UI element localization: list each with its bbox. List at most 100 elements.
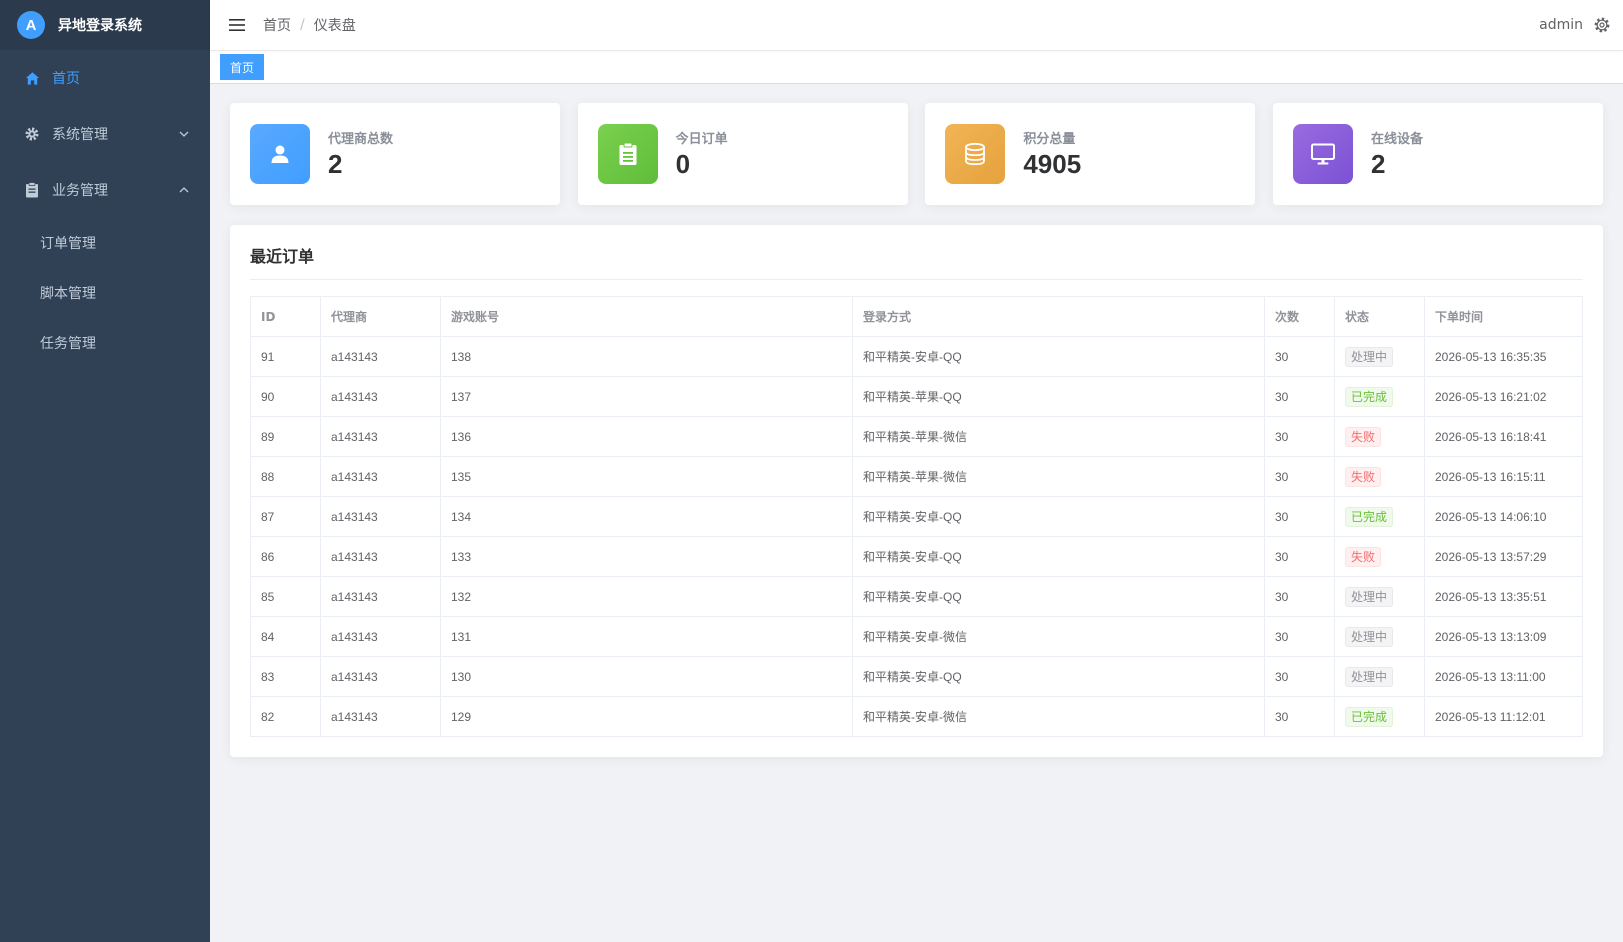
sidebar-item-label: 业务管理 [52, 183, 108, 199]
username[interactable]: admin [1539, 17, 1583, 33]
cell-status: 失败 [1334, 536, 1425, 577]
chevron-down-icon [178, 128, 190, 140]
cell-agent: a143143 [320, 576, 441, 617]
tags-bar: 首页 [210, 50, 1623, 84]
cell-id: 88 [250, 456, 321, 497]
cell-time: 2026-05-13 16:15:11 [1424, 456, 1583, 497]
stat-value: 4905 [1023, 149, 1082, 179]
cell-status: 已完成 [1334, 496, 1425, 537]
table-row[interactable]: 82 a143143 129 和平精英-安卓-微信 30 已完成 2026-05-13 11… [250, 696, 1583, 737]
monitor-icon [1292, 124, 1353, 184]
stat-label: 代理商总数 [328, 132, 394, 147]
cell-agent: a143143 [320, 616, 441, 657]
tag-home[interactable]: 首页 [220, 54, 265, 80]
hamburger-icon[interactable] [227, 15, 247, 35]
cell-id: 90 [250, 376, 321, 417]
clipboard-icon [24, 182, 40, 198]
stats-row: 代理商总数 2 今日订单 0 积分总量 4905 在线设备 2 [230, 103, 1603, 205]
sidebar-item-business[interactable]: 业务管理 [0, 162, 210, 218]
cell-status: 已完成 [1334, 376, 1425, 417]
cell-agent: a143143 [320, 456, 441, 497]
sidebar-subitem-scripts[interactable]: 脚本管理 [0, 268, 210, 318]
status-badge: 已完成 [1345, 506, 1394, 527]
cell-account: 136 [440, 416, 853, 457]
stat-value: 2 [328, 149, 343, 179]
cell-count: 30 [1264, 536, 1335, 577]
breadcrumb-current: 仪表盘 [313, 18, 356, 34]
column-header: 次数 [1264, 296, 1335, 337]
table-row[interactable]: 90 a143143 137 和平精英-苹果-QQ 30 已完成 2026-05-13 16… [250, 376, 1583, 417]
sidebar-item-home[interactable]: 首页 [0, 50, 210, 106]
cell-id: 82 [250, 696, 321, 737]
cell-time: 2026-05-13 16:21:02 [1424, 376, 1583, 417]
status-badge: 已完成 [1345, 386, 1394, 407]
table-row[interactable]: 86 a143143 133 和平精英-安卓-QQ 30 失败 2026-05-13 13:… [250, 536, 1583, 577]
app-title: 异地登录系统 [58, 18, 142, 34]
sidebar-item-label: 首页 [52, 71, 80, 87]
cell-agent: a143143 [320, 536, 441, 577]
cell-account: 129 [440, 696, 853, 737]
cell-time: 2026-05-13 13:13:09 [1424, 616, 1583, 657]
cell-account: 130 [440, 656, 853, 697]
cell-time: 2026-05-13 13:35:51 [1424, 576, 1583, 617]
cell-count: 30 [1264, 376, 1335, 417]
cell-method: 和平精英-苹果-微信 [852, 416, 1265, 457]
stat-card-agents: 代理商总数 2 [230, 103, 560, 205]
breadcrumb: 首页 / 仪表盘 [263, 15, 356, 35]
cell-agent: a143143 [320, 696, 441, 737]
status-badge: 失败 [1345, 466, 1382, 487]
brand[interactable]: A 异地登录系统 [0, 0, 210, 50]
cell-method: 和平精英-苹果-微信 [852, 456, 1265, 497]
cell-status: 处理中 [1334, 576, 1425, 617]
cell-id: 84 [250, 616, 321, 657]
database-icon [945, 124, 1006, 184]
cell-time: 2026-05-13 16:18:41 [1424, 416, 1583, 457]
table-row[interactable]: 83 a143143 130 和平精英-安卓-QQ 30 处理中 2026-05-13 13… [250, 656, 1583, 697]
cell-count: 30 [1264, 456, 1335, 497]
sidebar: A 异地登录系统 首页 系统管理 业务管理 订单管理 脚本管理 任务管理 [0, 0, 210, 942]
cell-id: 83 [250, 656, 321, 697]
status-badge: 已完成 [1345, 706, 1394, 727]
cell-status: 失败 [1334, 456, 1425, 497]
cell-account: 131 [440, 616, 853, 657]
cell-method: 和平精英-安卓-QQ [852, 496, 1265, 537]
breadcrumb-home[interactable]: 首页 [263, 15, 291, 35]
cell-agent: a143143 [320, 376, 441, 417]
stat-card-devices: 在线设备 2 [1272, 103, 1603, 205]
chevron-up-icon [178, 184, 190, 196]
cell-status: 处理中 [1334, 656, 1425, 697]
cell-agent: a143143 [320, 336, 441, 377]
table-row[interactable]: 84 a143143 131 和平精英-安卓-微信 30 处理中 2026-05-13 13… [250, 616, 1583, 657]
gear-icon [24, 126, 40, 142]
table-row[interactable]: 89 a143143 136 和平精英-苹果-微信 30 失败 2026-05-13 16:… [250, 416, 1583, 457]
table-row[interactable]: 85 a143143 132 和平精英-安卓-QQ 30 处理中 2026-05-13 13… [250, 576, 1583, 617]
cell-method: 和平精英-安卓-微信 [852, 696, 1265, 737]
cell-time: 2026-05-13 11:12:01 [1424, 696, 1583, 737]
stat-label: 今日订单 [675, 132, 728, 147]
table-row[interactable]: 91 a143143 138 和平精英-安卓-QQ 30 处理中 2026-05-13 16… [250, 336, 1583, 377]
sidebar-item-label: 系统管理 [52, 127, 108, 143]
cell-method: 和平精英-苹果-QQ [852, 376, 1265, 417]
stat-label: 积分总量 [1023, 132, 1076, 147]
cell-account: 138 [440, 336, 853, 377]
brand-logo: A [17, 11, 45, 39]
status-badge: 失败 [1345, 426, 1382, 447]
sidebar-subitem-tasks[interactable]: 任务管理 [0, 318, 210, 368]
navbar: 首页 / 仪表盘 admin [210, 0, 1623, 50]
cell-time: 2026-05-13 13:57:29 [1424, 536, 1583, 577]
cell-time: 2026-05-13 13:11:00 [1424, 656, 1583, 697]
sidebar-subitem-orders[interactable]: 订单管理 [0, 218, 210, 268]
settings-gear-icon[interactable] [1593, 16, 1611, 34]
cell-method: 和平精英-安卓-QQ [852, 336, 1265, 377]
cell-id: 87 [250, 496, 321, 537]
cell-status: 已完成 [1334, 696, 1425, 737]
table-row[interactable]: 87 a143143 134 和平精英-安卓-QQ 30 已完成 2026-05-13 14… [250, 496, 1583, 537]
cell-id: 85 [250, 576, 321, 617]
home-icon [24, 70, 40, 86]
cell-account: 135 [440, 456, 853, 497]
panel-title: 最近订单 [250, 243, 1583, 280]
sidebar-item-system[interactable]: 系统管理 [0, 106, 210, 162]
cell-agent: a143143 [320, 416, 441, 457]
table-row[interactable]: 88 a143143 135 和平精英-苹果-微信 30 失败 2026-05-13 16:… [250, 456, 1583, 497]
status-badge: 处理中 [1345, 346, 1394, 367]
